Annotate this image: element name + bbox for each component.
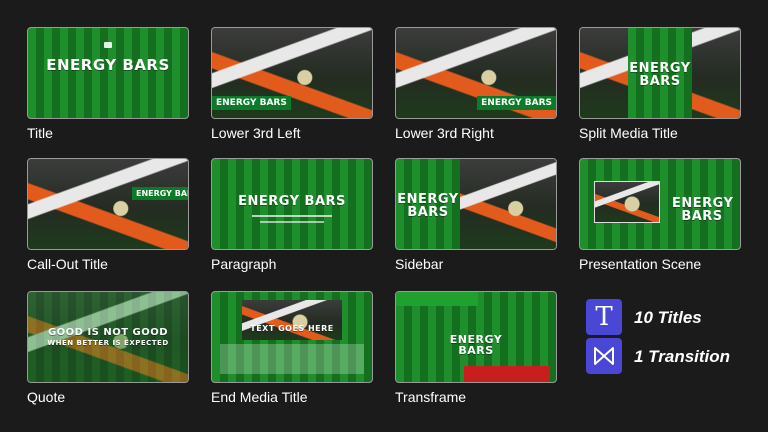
thumbnail-lower-3rd-left[interactable]: ENERGY BARS [211,27,373,119]
thumbnail-sidebar[interactable]: ENERGY BARS [395,158,557,250]
thumbnail-presentation-scene[interactable]: ENERGY BARS [579,158,741,250]
quote-line-2: WHEN BETTER IS EXPECTED [47,339,169,347]
thumbnail-title[interactable]: ENERGY BARS [27,27,189,119]
quote-line-1: GOOD IS NOT GOOD [47,327,169,338]
template-label: Split Media Title [579,125,678,141]
template-label: End Media Title [211,389,308,405]
template-tile-title[interactable]: ENERGY BARS Title [27,27,189,141]
end-media-grid [220,344,364,374]
template-tile-paragraph[interactable]: ENERGY BARS Paragraph [211,158,373,272]
thumbnail-quote[interactable]: GOOD IS NOT GOOD WHEN BETTER IS EXPECTED [27,291,189,383]
logo-mark-icon [104,42,112,48]
template-tile-transframe[interactable]: ENERGY BARS Transframe [395,291,557,405]
template-label: Lower 3rd Left [211,125,301,141]
transframe-bar-bottom [464,366,550,382]
template-label: Paragraph [211,256,277,272]
thumbnail-paragraph[interactable]: ENERGY BARS [211,158,373,250]
thumbnail-brand-text: ENERGY BARS [238,194,346,209]
titles-count: T 10 Titles [586,299,761,337]
thumbnail-brand-text: ENERGY BARS [629,61,691,89]
call-out-tag: ENERGY BARS [132,187,188,200]
lower-third-bar: ENERGY BARS [212,96,291,110]
titles-icon: T [586,299,622,335]
template-tile-lower-3rd-right[interactable]: ENERGY BARS Lower 3rd Right [395,27,557,141]
transition-count-label: 1 Transition [634,347,731,366]
template-tile-split-media-title[interactable]: ENERGY BARS Split Media Title [579,27,741,141]
paragraph-line [260,221,324,223]
template-label: Quote [27,389,66,405]
thumbnail-transframe[interactable]: ENERGY BARS [395,291,557,383]
template-tile-call-out-title[interactable]: ENERGY BARS Call-Out Title [27,158,189,272]
template-tile-quote[interactable]: GOOD IS NOT GOOD WHEN BETTER IS EXPECTED… [27,291,189,405]
template-label: Call-Out Title [27,256,108,272]
template-tile-presentation-scene[interactable]: ENERGY BARS Presentation Scene [579,158,741,272]
thumbnail-brand-text: ENERGY BARS [46,56,170,74]
template-gallery: ENERGY BARS Title ENERGY BARS Lower 3rd … [0,0,768,432]
bowtie-transition-icon [586,338,622,374]
end-title-heading: TEXT GOES HERE [250,324,334,333]
presentation-screen [594,181,660,223]
thumbnail-call-out-title[interactable]: ENERGY BARS [27,158,189,250]
soccer-photo [460,159,556,249]
template-label: Transframe [395,389,467,405]
template-label: Presentation Scene [579,256,702,272]
titles-count-label: 10 Titles [634,308,702,327]
thumbnail-brand-text: ENERGY BARS [672,196,734,224]
bowtie-transition-icon [594,347,614,365]
template-label: Title [27,125,53,141]
template-tile-end-media-title[interactable]: TEXT GOES HERE End Media Title [211,291,373,405]
soccer-photo [242,300,342,340]
paragraph-line [252,215,332,217]
thumbnail-brand-text: ENERGY BARS [397,192,459,220]
thumbnail-brand-text: ENERGY BARS [449,333,503,357]
thumbnail-split-media-title[interactable]: ENERGY BARS [579,27,741,119]
thumbnail-end-media-title[interactable]: TEXT GOES HERE [211,291,373,383]
lower-third-bar: ENERGY BARS [477,96,556,110]
thumbnail-lower-3rd-right[interactable]: ENERGY BARS [395,27,557,119]
soccer-photo [28,159,188,249]
template-tile-sidebar[interactable]: ENERGY BARS Sidebar [395,158,557,272]
template-tile-lower-3rd-left[interactable]: ENERGY BARS Lower 3rd Left [211,27,373,141]
template-label: Sidebar [395,256,444,272]
transition-count: 1 Transition [586,338,761,376]
transframe-bar-top [396,292,478,306]
template-label: Lower 3rd Right [395,125,494,141]
